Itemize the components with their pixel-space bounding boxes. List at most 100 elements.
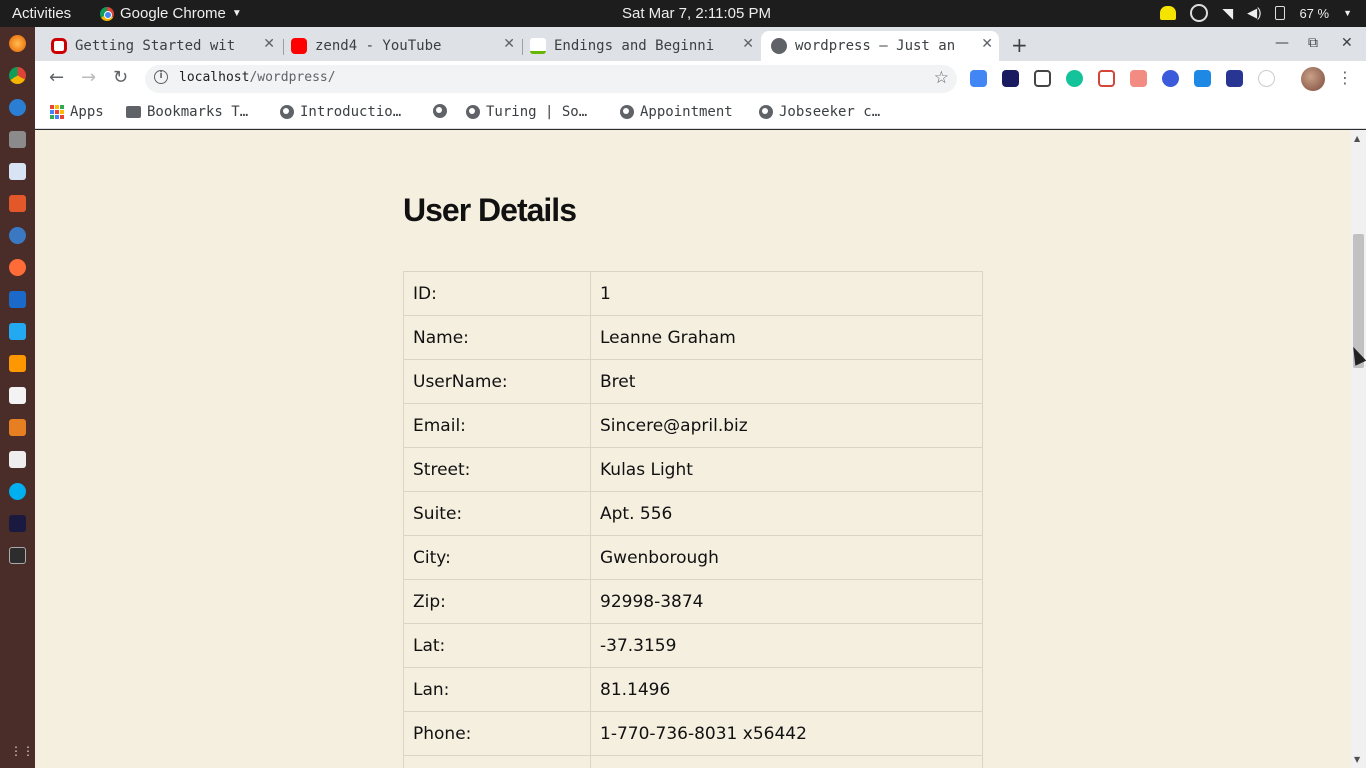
sublime-icon[interactable] — [9, 355, 26, 372]
tab-title: Getting Started wit — [75, 38, 236, 54]
bookmark-label: Turing | So… — [486, 104, 588, 120]
system-tray[interactable]: ◥ ◀) 67 % ▼ — [1160, 4, 1352, 22]
chevron-down-icon: ▼ — [231, 8, 242, 19]
terminal-icon[interactable] — [9, 547, 26, 564]
archive-icon[interactable] — [9, 419, 26, 436]
chrome-icon — [100, 6, 114, 21]
tab-youtube[interactable]: zend4 - YouTube ✕ — [291, 31, 521, 61]
notification-bell-icon[interactable] — [1160, 6, 1177, 20]
battery-icon[interactable] — [1275, 6, 1286, 20]
google-translate-icon[interactable] — [970, 70, 987, 87]
analytics-extension-icon[interactable] — [1258, 70, 1275, 87]
field-value: Kulas Light — [590, 447, 983, 492]
url-text[interactable]: localhost/wordpress/ — [179, 70, 336, 85]
field-label: UserName: — [403, 359, 591, 404]
m-extension-icon[interactable] — [1194, 70, 1211, 87]
tab-wordpress[interactable]: wordpress – Just an ✕ — [761, 31, 999, 61]
bookmark-untitled[interactable] — [433, 104, 447, 118]
software-center-icon[interactable] — [9, 195, 26, 212]
table-row: Name: Leanne Graham — [403, 315, 983, 360]
skype-icon[interactable] — [9, 483, 26, 500]
chevron-down-icon[interactable]: ▼ — [1343, 8, 1352, 18]
new-tab-button[interactable]: + — [1011, 33, 1028, 57]
tab-endings[interactable]: Endings and Beginni ✕ — [530, 31, 760, 61]
id-icon[interactable] — [9, 515, 26, 532]
tab-title: wordpress – Just an — [795, 38, 956, 54]
activities-button[interactable]: Activities — [12, 5, 71, 22]
close-icon[interactable]: ✕ — [742, 36, 754, 52]
forward-icon[interactable]: → — [81, 67, 96, 88]
reload-icon[interactable]: ↻ — [113, 67, 128, 88]
bookmark-star-icon[interactable]: ☆ — [934, 68, 949, 88]
table-row: Zip: 92998-3874 — [403, 579, 983, 624]
bookmark-appointment[interactable]: Appointment — [620, 104, 733, 120]
app-menu[interactable]: Google Chrome ▼ — [100, 5, 242, 22]
video-extension-icon[interactable] — [1130, 70, 1147, 87]
scroll-down-arrow-icon[interactable]: ▼ — [1354, 755, 1360, 764]
chrome-menu-icon[interactable]: ⋮ — [1337, 68, 1353, 87]
table-row: Lan: 81.1496 — [403, 667, 983, 712]
screen-extension-icon[interactable] — [1226, 70, 1243, 87]
tab-getting-started[interactable]: Getting Started wit ✕ — [51, 31, 281, 61]
webstorm-icon[interactable] — [9, 291, 26, 308]
volume-icon[interactable]: ◀) — [1247, 5, 1261, 21]
files-icon[interactable] — [9, 131, 26, 148]
slack-icon[interactable] — [1190, 4, 1209, 22]
restore-icon[interactable]: ⧉ — [1308, 35, 1318, 51]
bookmark-jobseeker[interactable]: Jobseeker c… — [759, 104, 880, 120]
wifi-icon[interactable]: ◥ — [1222, 5, 1233, 22]
field-label: City: — [403, 535, 591, 580]
close-icon[interactable]: ✕ — [263, 36, 275, 52]
bookmark-apps[interactable]: Apps — [50, 104, 104, 120]
chat-extension-icon[interactable] — [1162, 70, 1179, 87]
clock[interactable]: Sat Mar 7, 2:11:05 PM — [622, 5, 771, 22]
window-close-icon[interactable]: ✕ — [1341, 35, 1353, 51]
show-applications-icon[interactable]: ⋮⋮⋮ — [10, 744, 46, 758]
postman-icon[interactable] — [9, 259, 26, 276]
gmail-icon[interactable] — [1098, 70, 1115, 87]
url-path: /wordpress/ — [249, 70, 336, 85]
field-label: Name: — [403, 315, 591, 360]
bookmark-introduction[interactable]: Introductio… — [280, 104, 401, 120]
table-row: ID: 1 — [403, 271, 983, 316]
bookmark-folder[interactable]: Bookmarks T… — [126, 104, 248, 120]
text-editor-icon[interactable] — [9, 387, 26, 404]
table-row — [403, 755, 983, 768]
profile-avatar[interactable] — [1301, 67, 1325, 91]
screenshot-icon[interactable] — [1034, 70, 1051, 87]
address-bar[interactable]: i localhost/wordpress/ ☆ — [145, 65, 957, 93]
field-label: Zip: — [403, 579, 591, 624]
tab-strip: Getting Started wit ✕ zend4 - YouTube ✕ … — [35, 27, 1366, 61]
firefox-icon[interactable] — [9, 35, 26, 52]
table-row: Suite: Apt. 556 — [403, 491, 983, 536]
vertical-scrollbar[interactable]: ▲ ▼ — [1351, 130, 1366, 768]
field-label: Phone: — [403, 711, 591, 756]
help-icon[interactable] — [9, 227, 26, 244]
vscode-icon[interactable] — [9, 323, 26, 340]
bookmark-label: Introductio… — [300, 104, 402, 120]
close-icon[interactable]: ✕ — [503, 36, 515, 52]
table-row: UserName: Bret — [403, 359, 983, 404]
app-icon[interactable] — [9, 451, 26, 468]
thunderbird-icon[interactable] — [9, 99, 26, 116]
id-extension-icon[interactable] — [1002, 70, 1019, 87]
back-icon[interactable]: ← — [49, 67, 64, 88]
grammarly-icon[interactable] — [1066, 70, 1083, 87]
table-row: Lat: -37.3159 — [403, 623, 983, 668]
site-info-icon[interactable]: i — [154, 70, 168, 84]
field-value: 1 — [590, 271, 983, 316]
minimize-icon[interactable]: — — [1275, 35, 1289, 51]
tab-divider — [522, 39, 523, 55]
field-label: Lan: — [403, 667, 591, 712]
field-value — [590, 755, 983, 768]
bookmark-turing[interactable]: Turing | So… — [466, 104, 587, 120]
app-menu-label: Google Chrome — [120, 5, 226, 22]
zend-icon — [530, 38, 546, 54]
close-icon[interactable]: ✕ — [981, 36, 993, 52]
scroll-up-arrow-icon[interactable]: ▲ — [1354, 134, 1360, 143]
user-details-table: ID: 1 Name: Leanne Graham UserName: Bret Email… — [403, 271, 983, 768]
chrome-icon[interactable] — [9, 67, 26, 84]
document-icon[interactable] — [9, 163, 26, 180]
oracle-icon — [51, 38, 67, 54]
globe-icon — [280, 105, 294, 119]
